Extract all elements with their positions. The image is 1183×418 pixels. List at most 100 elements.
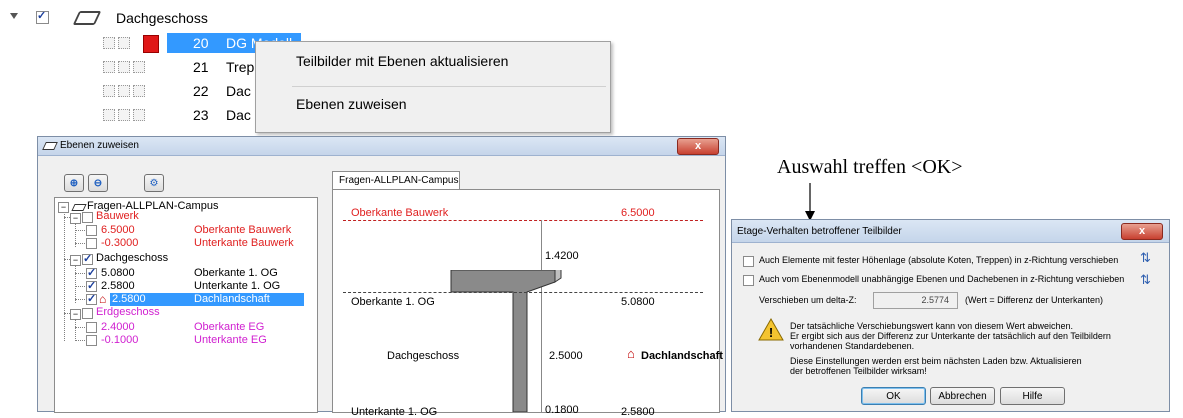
group-label-bauwerk: Bauwerk (96, 210, 139, 222)
dialog-title: Etage-Verhalten betroffener Teilbilder (737, 226, 902, 237)
expand-all-button[interactable]: ⊕ (64, 174, 84, 192)
drawing-type-icon (103, 61, 115, 73)
status-icon (133, 61, 145, 73)
status-icon (118, 85, 130, 97)
warning-line-4: Diese Einstellungen werden erst beim näc… (790, 356, 1082, 366)
drawing-type-icon (103, 37, 115, 49)
group-checkbox[interactable] (82, 308, 93, 319)
dimension-value: 1.4200 (545, 250, 579, 262)
level-checkbox[interactable] (86, 266, 97, 279)
row-number: 22 (193, 83, 209, 99)
active-file-icon[interactable] (143, 35, 159, 53)
level-value: 2.5800 (101, 280, 135, 292)
warning-icon: ! (758, 318, 784, 341)
group-label-dachgeschoss: Dachgeschoss (96, 252, 169, 264)
status-icon (118, 109, 130, 121)
warning-line-5: der betroffenen Teilbilder wirksam! (790, 366, 927, 376)
warning-line-3: vorhandenen Standardebenen. (790, 341, 915, 351)
plus-icon: ⊕ (69, 178, 79, 189)
level-tree-panel[interactable]: − Fragen-ALLPLAN-Campus − Bauwerk 6.5000… (54, 197, 318, 413)
close-button[interactable]: x (677, 138, 719, 155)
settings-button[interactable]: ⚙ (144, 174, 164, 192)
group-label-erdgeschoss: Erdgeschoss (96, 306, 160, 318)
diagram-uk-value: 2.5800 (621, 406, 655, 418)
diagram-mid-label: Dachgeschoss (387, 350, 460, 362)
cancel-button[interactable]: Abbrechen (930, 387, 995, 405)
level-value: 5.0800 (101, 267, 135, 279)
ok-level-line (343, 292, 703, 293)
option-independent-levels-label[interactable]: Auch vom Ebenenmodell unabhängige Ebenen… (759, 274, 1124, 284)
level-checkbox[interactable] (86, 335, 97, 346)
dialog-titlebar: Ebenen zuweisen x (38, 137, 725, 156)
level-checkbox[interactable] (86, 238, 97, 249)
status-icon (133, 109, 145, 121)
group-checkbox[interactable] (82, 252, 93, 265)
option-fixed-height-checkbox[interactable] (743, 256, 754, 267)
layer-stack-icon (72, 11, 102, 25)
option-fixed-height-label[interactable]: Auch Elemente mit fester Höhenlage (abso… (759, 255, 1118, 265)
annotation-text: Auswahl treffen <OK> (777, 156, 963, 178)
row-name[interactable]: Trep (226, 59, 254, 75)
level-checkbox[interactable] (86, 322, 97, 333)
assign-levels-dialog: Ebenen zuweisen x ⊕ ⊖ ⚙ − Fragen-ALLPLAN… (37, 136, 726, 418)
status-icon (133, 85, 145, 97)
level-checkbox[interactable] (86, 225, 97, 236)
level-name: Oberkante EG (194, 321, 265, 333)
diagram-top-label: Oberkante Bauwerk (351, 207, 449, 219)
level-value: 6.5000 (101, 224, 135, 236)
diagram-mid-value: 2.5000 (549, 350, 583, 362)
dialog-titlebar: Etage-Verhalten betroffener Teilbilder x (732, 220, 1169, 243)
menu-item-update-drawings[interactable]: Teilbilder mit Ebenen aktualisieren (296, 53, 508, 69)
shift-label: Verschieben um delta-Z: (759, 295, 857, 305)
dachgeschoss-label: Dachgeschoss (116, 10, 208, 26)
tab-fragen-allplan-campus[interactable]: Fragen-ALLPLAN-Campus (332, 171, 460, 190)
level-name: Oberkante 1. OG (194, 267, 278, 279)
menu-separator (292, 86, 606, 87)
row-name[interactable]: Dac (226, 107, 251, 123)
level-value: -0.1000 (101, 334, 139, 346)
svg-text:!: ! (769, 325, 773, 340)
ok-button[interactable]: OK (861, 387, 926, 405)
dialog-title: Ebenen zuweisen (60, 140, 139, 151)
roof-icon: ⌂ (99, 292, 107, 306)
level-checkbox[interactable] (86, 292, 97, 305)
collapse-all-button[interactable]: ⊖ (88, 174, 108, 192)
row-name[interactable]: Dac (226, 83, 251, 99)
section-diagram-panel: Oberkante Bauwerk 6.5000 1.4200 Oberkant… (332, 189, 723, 418)
annotation-arrow (805, 183, 815, 221)
row-number: 23 (193, 107, 209, 123)
level-value: 2.4000 (101, 321, 135, 333)
diagram-top-value: 6.5000 (621, 207, 655, 219)
tree-toggle[interactable]: − (58, 202, 69, 213)
level-name: Oberkante Bauwerk (194, 224, 292, 236)
row-number: 20 (193, 35, 209, 51)
context-menu: Teilbilder mit Ebenen aktualisieren Eben… (255, 41, 611, 133)
level-name: Dachlandschaft (194, 293, 270, 305)
warning-line-1: Der tatsächliche Verschiebungswert kann … (790, 321, 1073, 331)
row-number: 21 (193, 59, 209, 75)
status-icon (118, 61, 130, 73)
option-independent-levels-checkbox[interactable] (743, 275, 754, 286)
drawing-type-icon (103, 109, 115, 121)
close-button[interactable]: x (1121, 223, 1163, 240)
menu-item-assign-levels[interactable]: Ebenen zuweisen (296, 96, 407, 112)
level-name: Unterkante 1. OG (194, 280, 281, 292)
group-checkbox[interactable] (82, 212, 93, 223)
warning-line-2: Er ergibt sich aus der Differenz zur Unt… (790, 331, 1111, 341)
level-value: -0.3000 (101, 237, 139, 249)
layer-stack-icon (71, 204, 87, 211)
level-checkbox[interactable] (86, 279, 97, 292)
level-value: 2.5800 (112, 293, 146, 305)
level-name: Unterkante Bauwerk (194, 237, 294, 249)
stairs-shift-icon: ⇅ (1140, 250, 1151, 265)
minus-icon: ⊖ (93, 178, 103, 189)
dachgeschoss-checkbox[interactable] (36, 9, 49, 24)
help-button[interactable]: Hilfe (1000, 387, 1065, 405)
gear-icon: ⚙ (149, 178, 159, 189)
diagram-ok-label: Oberkante 1. OG (351, 296, 435, 308)
top-level-line (343, 220, 703, 221)
roof-shift-icon: ⇅ (1140, 272, 1151, 287)
roof-icon: ⌂ (627, 346, 635, 361)
collapse-arrow-icon[interactable] (10, 13, 18, 19)
layer-stack-icon (42, 142, 58, 150)
